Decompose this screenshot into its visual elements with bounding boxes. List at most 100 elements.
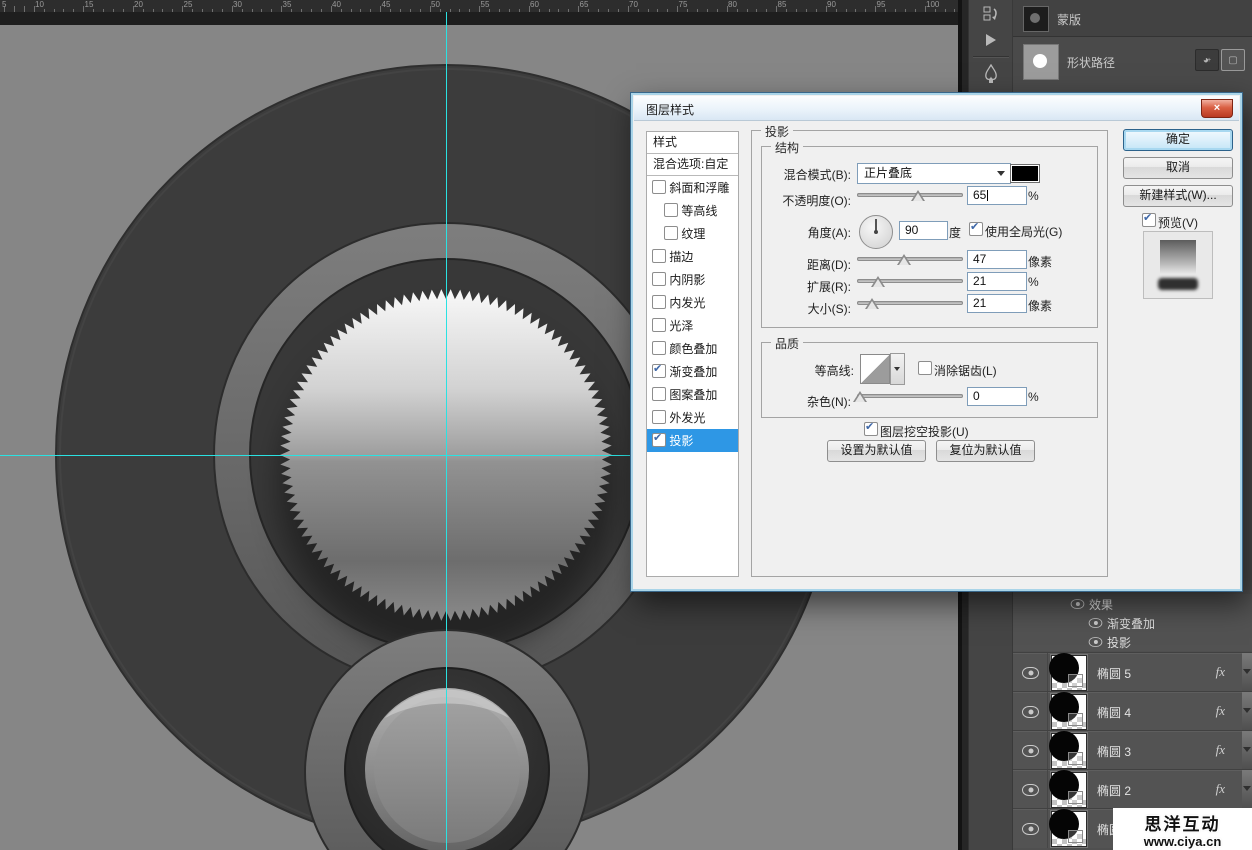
contour-dropdown-icon[interactable] (890, 353, 905, 385)
effect-item-row[interactable]: 投影 (1013, 632, 1252, 651)
style-item-color-overlay[interactable]: 颜色叠加 (647, 337, 738, 360)
style-item-pattern-overlay[interactable]: 图案叠加 (647, 383, 738, 406)
shape-path-row[interactable]: 形状路径 ◕+ ▢ (1013, 37, 1252, 86)
eye-icon[interactable] (1022, 784, 1039, 796)
style-item-bevel[interactable]: 斜面和浮雕 (647, 176, 738, 199)
layer-thumbnail[interactable] (1051, 772, 1087, 808)
cancel-button[interactable]: 取消 (1123, 157, 1233, 179)
spread-slider[interactable] (857, 274, 963, 288)
noise-input[interactable]: 0 (967, 387, 1027, 406)
spread-input[interactable]: 21 (967, 272, 1027, 291)
shadow-color-swatch[interactable] (1010, 164, 1040, 183)
eye-icon[interactable] (1089, 637, 1103, 647)
add-mask-icon[interactable]: ◕+ (1195, 49, 1219, 71)
close-icon[interactable]: × (1201, 99, 1233, 118)
ruler-label: 35 (283, 0, 292, 10)
chevron-down-icon[interactable] (1243, 747, 1251, 752)
checkbox[interactable] (652, 272, 666, 286)
ruler-label: 75 (679, 0, 688, 10)
checkbox[interactable] (652, 387, 666, 401)
size-input[interactable]: 21 (967, 294, 1027, 313)
clone-source-panel-icon[interactable] (977, 2, 1005, 26)
style-item-inner-shadow[interactable]: 内阴影 (647, 268, 738, 291)
style-item-texture[interactable]: 纹理 (647, 222, 738, 245)
style-item-satin[interactable]: 光泽 (647, 314, 738, 337)
chevron-down-icon[interactable] (1243, 786, 1251, 791)
vertical-guide[interactable] (446, 12, 447, 850)
layer-name[interactable]: 椭圆 3 (1097, 743, 1131, 760)
blend-mode-dropdown[interactable]: 正片叠底 (857, 163, 1011, 184)
size-unit: 像素 (1028, 297, 1052, 314)
checkbox[interactable] (664, 203, 678, 217)
style-item-gradient-overlay[interactable]: 渐变叠加 (647, 360, 738, 383)
eye-icon[interactable] (1022, 823, 1039, 835)
layer-thumbnail[interactable] (1051, 733, 1087, 769)
effect-item-row[interactable]: 渐变叠加 (1013, 613, 1252, 632)
style-item-drop-shadow[interactable]: 投影 (647, 429, 738, 452)
eye-icon[interactable] (1022, 706, 1039, 718)
photoshop-window: 5101520253035404550556065707580859095100 (0, 0, 1252, 850)
layer-thumbnail[interactable] (1051, 694, 1087, 730)
noise-slider[interactable] (857, 389, 963, 403)
layer-thumbnail[interactable] (1051, 811, 1087, 847)
checkbox[interactable] (652, 364, 666, 378)
checkbox[interactable] (652, 249, 666, 263)
style-item-contour[interactable]: 等高线 (647, 199, 738, 222)
preview-checkbox[interactable] (1142, 213, 1156, 227)
checkbox[interactable] (652, 295, 666, 309)
dialog-title: 图层样式 (646, 101, 694, 118)
angle-dial[interactable] (859, 215, 893, 249)
checkbox[interactable] (652, 433, 666, 447)
eye-icon[interactable] (1022, 667, 1039, 679)
antialias-label: 消除锯齿(L) (934, 362, 997, 379)
checkbox[interactable] (652, 318, 666, 332)
antialias-checkbox[interactable] (918, 361, 932, 375)
eye-icon[interactable] (1071, 599, 1085, 609)
layer-row[interactable]: 椭圆 4 fx (1013, 691, 1252, 731)
effects-row[interactable]: 效果 (1013, 594, 1252, 613)
vector-mask-icon[interactable]: ▢ (1221, 49, 1245, 71)
opacity-slider[interactable] (857, 188, 963, 202)
distance-input[interactable]: 47 (967, 250, 1027, 269)
global-light-checkbox[interactable] (969, 222, 983, 236)
layer-name[interactable]: 椭圆 5 (1097, 665, 1131, 682)
knockout-checkbox[interactable] (864, 422, 878, 436)
dialog-titlebar[interactable]: 图层样式 × (634, 96, 1239, 121)
style-item-inner-glow[interactable]: 内发光 (647, 291, 738, 314)
ok-button[interactable]: 确定 (1123, 129, 1233, 151)
ruler-label: 5 (2, 0, 6, 10)
shape-path-thumbnail[interactable] (1023, 44, 1059, 80)
masks-panel-header[interactable]: 蒙版 (1013, 0, 1252, 37)
layer-name[interactable]: 椭圆 4 (1097, 704, 1131, 721)
layer-row[interactable]: 椭圆 2 fx (1013, 769, 1252, 809)
chevron-down-icon[interactable] (1243, 708, 1251, 713)
layer-row[interactable]: 椭圆 3 fx (1013, 730, 1252, 770)
brush-panel-icon[interactable] (977, 62, 1005, 86)
checkbox[interactable] (652, 341, 666, 355)
size-slider[interactable] (857, 296, 963, 310)
size-label: 大小(S): (751, 300, 851, 317)
actions-panel-icon[interactable] (977, 28, 1005, 52)
ruler-label: 55 (481, 0, 490, 10)
chevron-down-icon[interactable] (1243, 669, 1251, 674)
set-default-button[interactable]: 设置为默认值 (827, 440, 926, 462)
layer-row[interactable]: 椭圆 5 fx (1013, 652, 1252, 692)
checkbox[interactable] (652, 410, 666, 424)
eye-icon[interactable] (1089, 618, 1103, 628)
opacity-input[interactable]: 65 (967, 186, 1027, 205)
layer-name[interactable]: 椭圆 2 (1097, 782, 1131, 799)
checkbox[interactable] (664, 226, 678, 240)
styles-list-header[interactable]: 样式 (647, 132, 738, 154)
checkbox[interactable] (652, 180, 666, 194)
new-style-button[interactable]: 新建样式(W)... (1123, 185, 1233, 207)
angle-input[interactable]: 90 (899, 221, 948, 240)
pasteboard (0, 12, 958, 25)
style-item-stroke[interactable]: 描边 (647, 245, 738, 268)
layer-thumbnail[interactable] (1051, 655, 1087, 691)
contour-thumbnail[interactable] (860, 354, 890, 384)
reset-default-button[interactable]: 复位为默认值 (936, 440, 1035, 462)
distance-slider[interactable] (857, 252, 963, 266)
style-item-outer-glow[interactable]: 外发光 (647, 406, 738, 429)
eye-icon[interactable] (1022, 745, 1039, 757)
blending-options-item[interactable]: 混合选项:自定 (647, 154, 738, 176)
